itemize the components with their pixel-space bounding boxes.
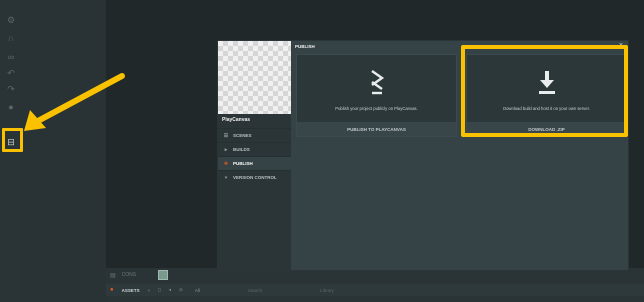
menu-item-scenes[interactable]: ☰ SCENES (218, 128, 291, 142)
bulb-icon[interactable]: ● (4, 100, 18, 114)
bottom-panel: ▤ CONS ● ASSETS + ▯ ◂ ⊙ All Search Libra… (106, 268, 644, 302)
search-input[interactable]: Search (248, 288, 262, 293)
caret-icon: ▸ (224, 146, 228, 153)
list-icon: ☰ (223, 132, 229, 139)
back-icon[interactable]: ◂ (169, 287, 171, 293)
hierarchy-panel (22, 0, 106, 302)
menu-item-publish[interactable]: ✢ PUBLISH (218, 156, 291, 170)
project-name: PlayCanvas (222, 117, 251, 123)
publish-playcanvas-card: Publish your project publicly on PlayCan… (296, 54, 457, 137)
gear-icon[interactable]: ⚙ (4, 13, 18, 27)
dialog-menu: ☰ SCENES ▸ BUILDS ✢ PUBLISH ⑂ VERSION CO… (218, 128, 291, 184)
publish-to-playcanvas-button[interactable]: PUBLISH TO PLAYCANVAS (297, 122, 456, 136)
card-description: Publish your project publicly on PlayCan… (335, 106, 418, 111)
download-zip-highlight (461, 45, 628, 137)
console-icon[interactable]: ▤ (110, 272, 116, 279)
dialog-title: PUBLISH (295, 44, 315, 49)
assets-bar: ● ASSETS + ▯ ◂ ⊙ All Search Library (106, 284, 644, 296)
publish-button-highlight (2, 128, 23, 152)
assets-label: ASSETS (121, 287, 140, 293)
filter-select[interactable]: All (195, 288, 200, 293)
dialog-sidebar: PlayCanvas ☰ SCENES ▸ BUILDS ✢ PUBLISH ⑂… (218, 41, 291, 272)
avatar[interactable] (158, 270, 169, 280)
magnet-icon[interactable]: ∩ (4, 31, 18, 45)
playcanvas-logo-icon (297, 69, 456, 97)
menu-item-version-control[interactable]: ⑂ VERSION CONTROL (218, 170, 291, 184)
branch-icon: ⑂ (224, 174, 228, 181)
add-icon[interactable]: + (148, 288, 151, 293)
project-thumbnail (218, 41, 291, 114)
library-button[interactable]: Library (320, 288, 334, 293)
assets-icon: ● (110, 287, 114, 293)
delete-icon[interactable]: ▯ (158, 287, 160, 293)
menu-item-label: VERSION CONTROL (233, 175, 277, 180)
console-label[interactable]: CONS (122, 272, 136, 278)
menu-item-label: BUILDS (233, 147, 250, 152)
undo-icon[interactable]: ↶ (4, 66, 18, 80)
redo-icon[interactable]: ↷ (4, 82, 18, 96)
copy-icon[interactable]: ⊙ (179, 287, 183, 293)
link-icon[interactable]: ∞ (4, 50, 18, 64)
publish-icon: ✢ (223, 160, 229, 167)
menu-item-label: SCENES (233, 133, 252, 138)
menu-item-label: PUBLISH (233, 161, 253, 166)
menu-item-builds[interactable]: ▸ BUILDS (218, 142, 291, 156)
